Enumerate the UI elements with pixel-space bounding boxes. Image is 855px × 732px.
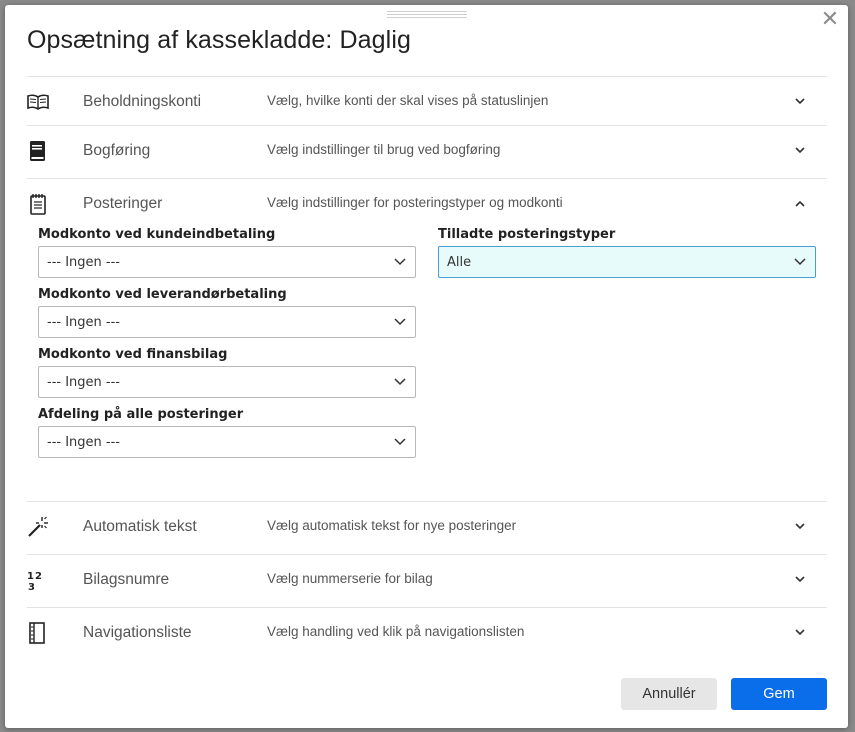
leverandor-label: Modkonto ved leverandørbetaling [38,287,287,302]
section-bogforing[interactable]: Bogføring Vælg indstillinger til brug ve… [27,125,827,178]
ledger-book-icon [27,140,49,162]
save-button[interactable]: Gem [731,678,827,710]
close-icon[interactable]: ✕ [820,8,840,30]
section-name: Posteringer [83,195,163,212]
numbers-icon: 123 [27,569,49,593]
section-name: Beholdningskonti [83,93,202,110]
kunde-label: Modkonto ved kundeindbetaling [38,227,276,242]
section-navigationsliste[interactable]: Navigationsliste Vælg handling ved klik … [27,607,827,658]
section-automatisk-tekst[interactable]: Automatisk tekst Vælg automatisk tekst f… [27,501,827,554]
kunde-select[interactable]: --- Ingen --- [38,246,416,278]
finans-select[interactable]: --- Ingen --- [38,366,416,398]
section-description: Vælg automatisk tekst for nye posteringe… [267,518,517,533]
finans-field: Modkonto ved finansbilag --- Ingen --- [38,347,416,398]
notepad-icon [27,193,49,215]
chevron-down-icon [394,255,406,267]
typer-field: Tilladte posteringstyper Alle [438,227,816,278]
chevron-down-icon [394,435,406,447]
section-name: Bilagsnumre [83,571,170,588]
chevron-down-icon[interactable] [793,142,807,157]
leverandor-value: --- Ingen --- [47,315,120,330]
afdeling-field: Afdeling på alle posteringer --- Ingen -… [38,407,416,458]
section-description: Vælg handling ved klik på navigationslis… [267,624,525,639]
kunde-value: --- Ingen --- [47,255,120,270]
chevron-down-icon[interactable] [793,624,807,639]
chevron-down-icon[interactable] [793,571,807,586]
typer-value: Alle [447,255,472,270]
section-description: Vælg, hvilke konti der skal vises på sta… [267,93,549,108]
posteringer-panel: Modkonto ved kundeindbetaling --- Ingen … [27,227,827,501]
dialog-title: Opsætning af kassekladde: Daglig [27,26,411,54]
chevron-down-icon[interactable] [793,93,807,108]
afdeling-label: Afdeling på alle posteringer [38,407,244,422]
section-beholdningskonti[interactable]: Beholdningskonti Vælg, hvilke konti der … [27,76,827,125]
typer-select[interactable]: Alle [438,246,816,278]
section-name: Automatisk tekst [83,518,197,535]
list-panel-icon [27,622,49,644]
magic-wand-icon [27,516,49,538]
settings-sections: Beholdningskonti Vælg, hvilke konti der … [27,76,827,658]
section-name: Navigationsliste [83,624,192,641]
svg-text:2: 2 [35,571,42,582]
drag-handle[interactable] [387,11,467,18]
cancel-button[interactable]: Annullér [621,678,717,710]
finans-label: Modkonto ved finansbilag [38,347,228,362]
svg-text:3: 3 [28,582,35,591]
finans-value: --- Ingen --- [47,375,120,390]
leverandor-field: Modkonto ved leverandørbetaling --- Inge… [38,287,416,338]
section-description: Vælg nummerserie for bilag [267,571,433,586]
leverandor-select[interactable]: --- Ingen --- [38,306,416,338]
chevron-up-icon[interactable] [793,195,807,210]
chevron-down-icon [794,255,806,267]
journal-setup-dialog: ✕ Opsætning af kassekladde: Daglig Behol… [5,5,848,728]
chevron-down-icon [394,315,406,327]
chevron-down-icon [394,375,406,387]
book-open-icon [27,91,49,113]
section-description: Vælg indstillinger til brug ved bogførin… [267,142,501,157]
section-description: Vælg indstillinger for posteringstyper o… [267,195,563,210]
chevron-down-icon[interactable] [793,518,807,533]
section-bilagsnumre[interactable]: 123 Bilagsnumre Vælg nummerserie for bil… [27,554,827,607]
section-name: Bogføring [83,142,151,159]
svg-text:1: 1 [27,571,34,582]
afdeling-select[interactable]: --- Ingen --- [38,426,416,458]
kunde-field: Modkonto ved kundeindbetaling --- Ingen … [38,227,416,278]
section-posteringer[interactable]: Posteringer Vælg indstillinger for poste… [27,178,827,227]
typer-label: Tilladte posteringstyper [438,227,616,242]
afdeling-value: --- Ingen --- [47,435,120,450]
